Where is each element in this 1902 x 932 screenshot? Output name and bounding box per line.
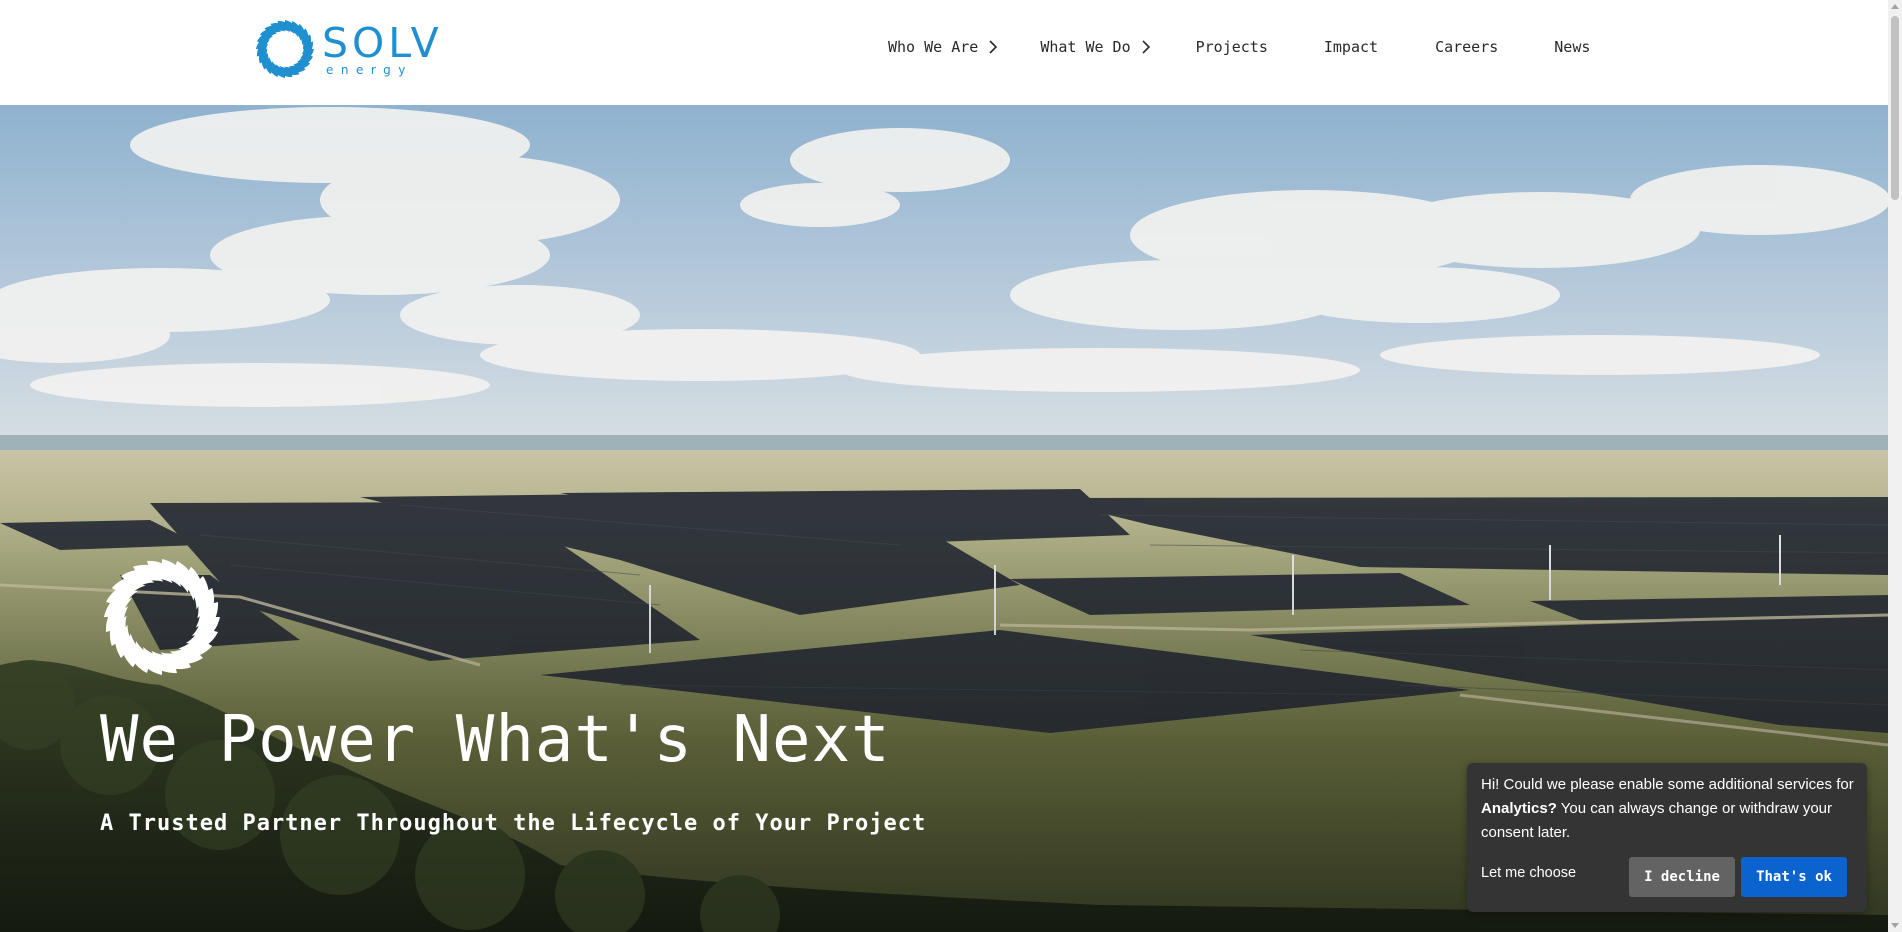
- nav-item-projects[interactable]: Projects: [1196, 38, 1268, 56]
- nav-item-what-we-do[interactable]: What We Do: [1040, 38, 1150, 56]
- cookie-consent-banner: Hi! Could we please enable some addition…: [1467, 763, 1867, 912]
- solv-energy-logo[interactable]: SOLV energy: [254, 18, 443, 80]
- chevron-right-icon: [1142, 40, 1150, 54]
- cookie-consent-message: Hi! Could we please enable some addition…: [1481, 776, 1854, 841]
- sunburst-logo-icon: [256, 20, 314, 78]
- nav-item-careers[interactable]: Careers: [1435, 38, 1498, 56]
- cookie-category-analytics: Analytics?: [1481, 800, 1557, 817]
- nav-item-label: Careers: [1435, 38, 1499, 56]
- nav-item-label: News: [1554, 38, 1591, 56]
- page-scrollbar[interactable]: [1888, 0, 1902, 932]
- scroll-down-icon[interactable]: [1891, 923, 1899, 928]
- scrollbar-thumb[interactable]: [1891, 16, 1899, 200]
- nav-item-label: Impact: [1323, 38, 1379, 56]
- accept-button[interactable]: That's ok: [1741, 857, 1847, 897]
- hero-title: We Power What's Next: [100, 703, 891, 777]
- nav-item-news[interactable]: News: [1554, 38, 1590, 56]
- hero-subtitle: A Trusted Partner Throughout the Lifecyc…: [100, 811, 927, 836]
- scroll-up-icon[interactable]: [1891, 4, 1899, 9]
- main-navigation: Who We Are What We Do Projects Impact Ca…: [888, 38, 1590, 56]
- sunburst-icon: [104, 559, 220, 675]
- logo-wordmark: SOLV: [322, 18, 443, 67]
- decline-button[interactable]: I decline: [1629, 857, 1735, 897]
- nav-item-label: Projects: [1195, 38, 1268, 56]
- logo-tagline: energy: [326, 62, 413, 77]
- nav-item-impact[interactable]: Impact: [1324, 38, 1378, 56]
- nav-item-who-we-are[interactable]: Who We Are: [888, 38, 998, 56]
- nav-item-label: What We Do: [1040, 38, 1131, 56]
- chevron-right-icon: [989, 40, 998, 54]
- let-me-choose-link[interactable]: Let me choose: [1481, 865, 1576, 881]
- site-header: SOLV energy Who We Are What We Do Projec…: [0, 0, 1888, 105]
- nav-item-label: Who We Are: [888, 38, 979, 56]
